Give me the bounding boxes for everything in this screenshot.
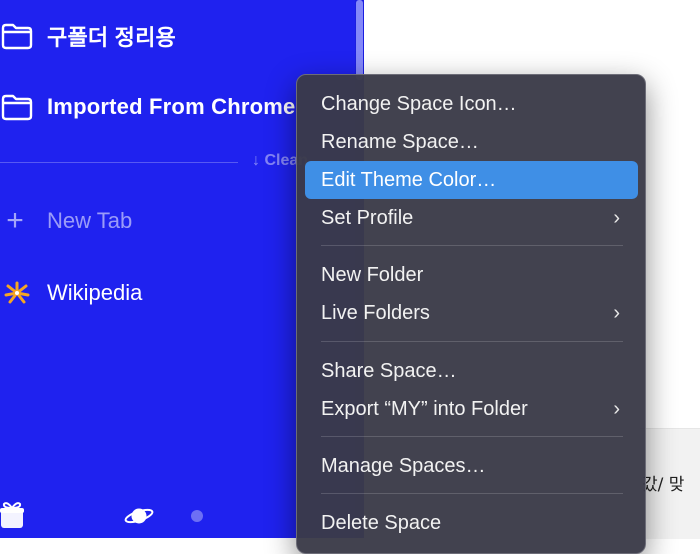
menu-item-label: Delete Space [321, 511, 442, 534]
menu-item-share-space[interactable]: Share Space… [305, 352, 638, 390]
planet-icon[interactable] [124, 505, 154, 532]
chevron-right-icon: › [613, 206, 620, 229]
menu-item-new-folder[interactable]: New Folder [305, 256, 638, 294]
menu-separator [321, 493, 623, 494]
menu-separator [321, 436, 623, 437]
menu-item-label: Manage Spaces… [321, 454, 486, 477]
menu-item-set-profile[interactable]: Set Profile › [305, 199, 638, 237]
chevron-right-icon: › [613, 397, 620, 420]
wikipedia-favicon-icon [0, 278, 34, 308]
new-tab-label: New Tab [47, 208, 133, 233]
menu-item-label: Set Profile [321, 206, 414, 229]
space-dot-icon[interactable] [190, 509, 204, 528]
menu-separator [321, 341, 623, 342]
menu-item-label: Change Space Icon… [321, 92, 517, 115]
tab-label: Wikipedia [47, 280, 143, 305]
menu-item-manage-spaces[interactable]: Manage Spaces… [305, 447, 638, 485]
plus-icon: + [6, 204, 24, 237]
menu-item-delete-space[interactable]: Delete Space [305, 504, 638, 542]
menu-item-label: Live Folders [321, 301, 430, 324]
folder-label: 구폴더 정리용 [47, 25, 176, 50]
menu-item-label: Edit Theme Color… [321, 168, 497, 191]
menu-item-live-folders[interactable]: Live Folders › [305, 294, 638, 332]
content-partial-text: 갔/ 맞 [642, 475, 685, 495]
space-context-menu: Change Space Icon… Rename Space… Edit Th… [296, 74, 646, 554]
folder-icon [0, 92, 34, 122]
new-tab-button[interactable]: + New Tab [0, 206, 132, 236]
sidebar-scrollbar-thumb[interactable] [356, 0, 363, 80]
tab-wikipedia[interactable]: Wikipedia [0, 278, 142, 308]
menu-item-edit-theme-color[interactable]: Edit Theme Color… [305, 161, 638, 199]
menu-item-label: New Folder [321, 263, 424, 286]
menu-item-label: Export “MY” into Folder [321, 397, 528, 420]
menu-item-change-space-icon[interactable]: Change Space Icon… [305, 85, 638, 123]
sidebar-folder-old[interactable]: 구폴더 정리용 [0, 20, 176, 52]
menu-item-export-into-folder[interactable]: Export “MY” into Folder › [305, 390, 638, 428]
menu-item-label: Share Space… [321, 359, 457, 382]
gift-icon[interactable] [0, 500, 26, 535]
chevron-right-icon: › [613, 301, 620, 324]
folder-icon [0, 21, 34, 51]
menu-separator [321, 245, 623, 246]
folder-label: Imported From Chrome [47, 94, 296, 119]
sidebar-folder-imported[interactable]: Imported From Chrome [0, 92, 295, 122]
pinned-divider [0, 162, 238, 163]
menu-item-label: Rename Space… [321, 130, 479, 153]
menu-item-rename-space[interactable]: Rename Space… [305, 123, 638, 161]
